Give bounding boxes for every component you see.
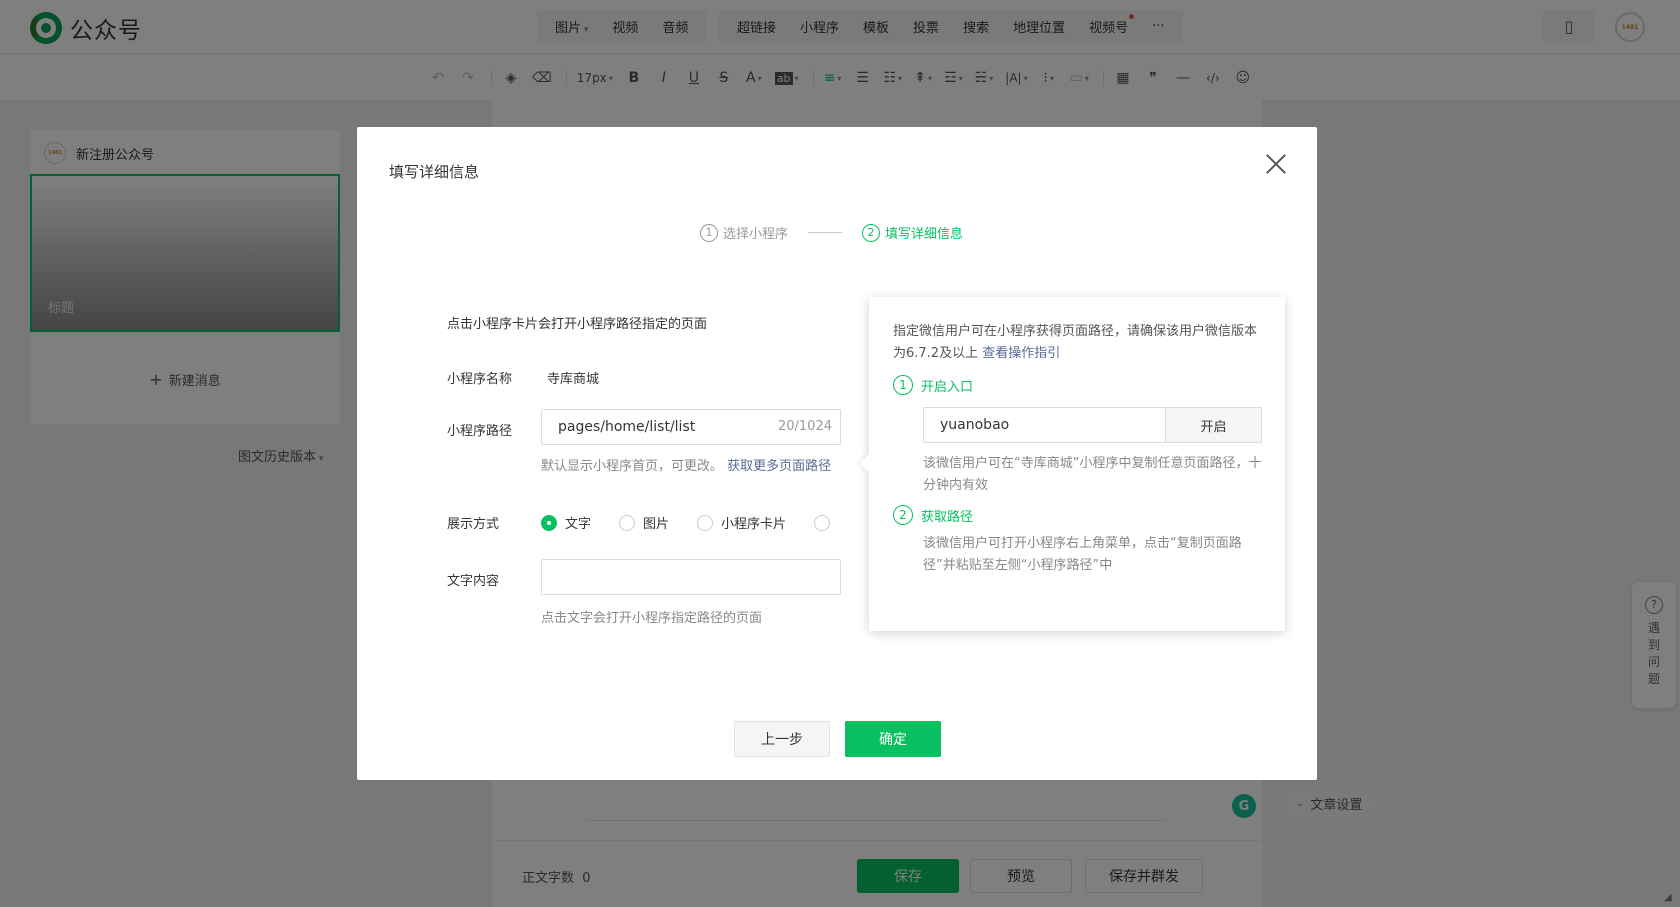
form-hint: 点击小程序卡片会打开小程序路径指定的页面 xyxy=(447,317,708,332)
miniprogram-name-label: 小程序名称 xyxy=(447,372,513,387)
step-number: 1 xyxy=(700,223,718,242)
display-mode-radio-group: 文字 图片 小程序卡片 xyxy=(541,513,866,532)
step-select-miniprogram: 1 选择小程序 xyxy=(700,223,788,242)
path-char-count: 20/1024 xyxy=(777,419,832,434)
display-mode-label: 展示方式 xyxy=(447,517,500,532)
popover-step-get-path: 2 获取路径 xyxy=(893,505,973,525)
confirm-button[interactable]: 确定 xyxy=(845,721,941,757)
step-title: 开启入口 xyxy=(921,379,974,395)
miniprogram-name-value: 寺库商城 xyxy=(547,372,600,387)
path-desc-text: 默认显示小程序首页，可更改。 xyxy=(541,459,724,474)
miniprogram-path-input[interactable]: pages/home/list/list 20/1024 xyxy=(541,409,841,445)
get-more-paths-link[interactable]: 获取更多页面路径 xyxy=(727,459,831,474)
popover-intro: 指定微信用户可在小程序获得页面路径，请确保该用户微信版本为6.7.2及以上 查看… xyxy=(893,321,1263,365)
radio-indicator xyxy=(697,514,714,531)
radio-label: 图片 xyxy=(643,517,670,532)
get-path-description: 该微信用户可打开小程序右上角菜单，点击“复制页面路径”并粘贴至左侧“小程序路径”… xyxy=(923,536,1242,573)
radio-label: 小程序卡片 xyxy=(721,517,787,532)
radio-indicator xyxy=(541,514,557,531)
step-label: 选择小程序 xyxy=(723,227,789,242)
step-number: 1 xyxy=(893,375,913,395)
radio-text[interactable]: 文字 xyxy=(541,513,591,532)
text-content-description: 点击文字会打开小程序指定路径的页面 xyxy=(541,611,763,626)
path-description: 默认显示小程序首页，可更改。 获取更多页面路径 xyxy=(541,455,831,474)
text-content-label: 文字内容 xyxy=(447,574,500,589)
popover-intro-text: 指定微信用户可在小程序获得页面路径，请确保该用户微信版本为6.7.2及以上 xyxy=(893,324,1258,361)
step-number: 2 xyxy=(893,505,913,525)
dialog-title: 填写详细信息 xyxy=(389,163,480,181)
text-content-input[interactable] xyxy=(541,559,841,595)
radio-indicator xyxy=(619,514,636,531)
radio-miniprogram-card[interactable]: 小程序卡片 xyxy=(697,513,786,532)
open-entry-description: 该微信用户可在“寺库商城”小程序中复制任意页面路径，十分钟内有效 xyxy=(923,456,1262,493)
miniprogram-detail-dialog: 填写详细信息 1 选择小程序 2 填写详细信息 点击小程序卡片会打开小程序路径指… xyxy=(357,127,1317,780)
wechat-id-input[interactable]: yuanobao xyxy=(923,407,1165,443)
step-title: 获取路径 xyxy=(921,509,974,525)
step-indicator: 1 选择小程序 2 填写详细信息 xyxy=(700,223,963,242)
step-fill-details: 2 填写详细信息 xyxy=(862,223,963,242)
step-number: 2 xyxy=(862,223,881,242)
radio-image[interactable]: 图片 xyxy=(619,513,669,532)
step-connector xyxy=(808,232,843,233)
open-entry-button[interactable]: 开启 xyxy=(1165,407,1262,443)
miniprogram-path-label: 小程序路径 xyxy=(447,424,513,439)
previous-step-button[interactable]: 上一步 xyxy=(734,721,830,757)
close-icon[interactable] xyxy=(1263,151,1289,177)
step-label: 填写详细信息 xyxy=(885,227,964,242)
radio-indicator xyxy=(814,514,831,531)
radio-extra[interactable] xyxy=(814,514,838,531)
radio-label: 文字 xyxy=(565,517,592,532)
popover-step-open-entry: 1 开启入口 xyxy=(893,375,973,395)
view-guide-link[interactable]: 查看操作指引 xyxy=(982,346,1060,361)
path-input-value: pages/home/list/list xyxy=(558,419,696,435)
path-guide-popover: 指定微信用户可在小程序获得页面路径，请确保该用户微信版本为6.7.2及以上 查看… xyxy=(869,297,1285,631)
